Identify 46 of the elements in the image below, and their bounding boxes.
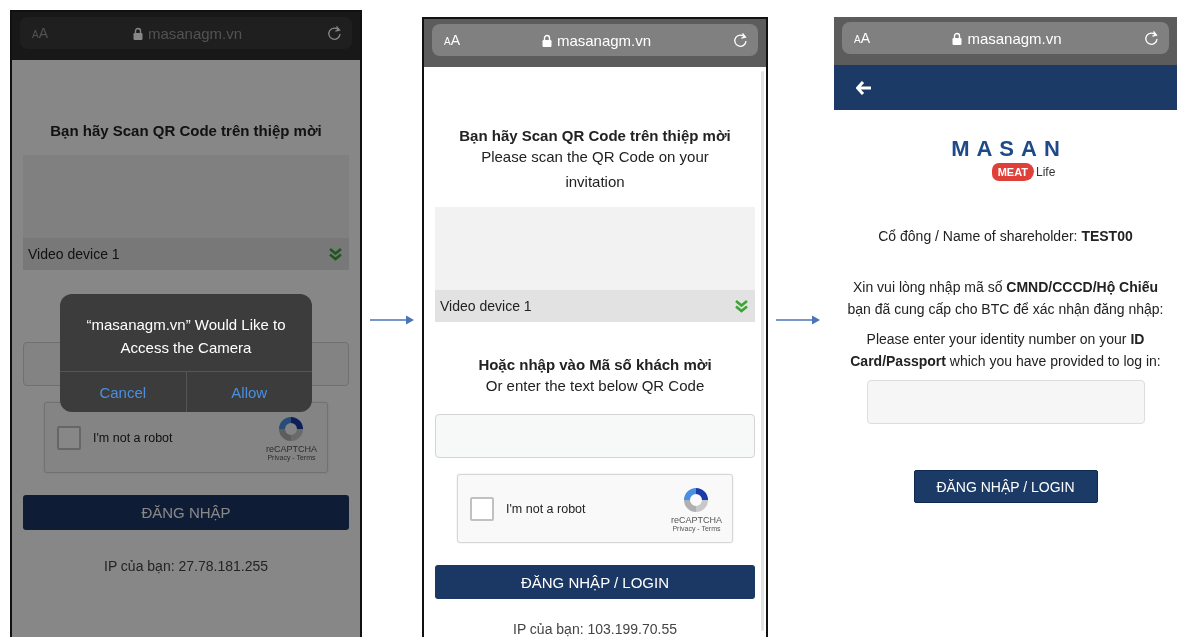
url-text: masanagm.vn [556, 31, 652, 49]
login-button[interactable]: ĐĂNG NHẬP / LOGIN [435, 565, 755, 599]
captcha-brand: reCAPTCHA [266, 444, 317, 454]
captcha-label: I'm not a robot [506, 501, 587, 516]
flow-arrow [776, 314, 820, 326]
reload-icon[interactable] [733, 32, 748, 48]
flow-arrow [370, 314, 414, 326]
code-heading: Hoặc nhập vào Mã số khách mời [478, 356, 712, 373]
captcha-checkbox[interactable] [57, 425, 81, 450]
scan-subheading: Please scan the QR Code on your invitation [480, 147, 710, 192]
reload-icon[interactable] [327, 25, 342, 41]
chevron-down-icon [734, 299, 749, 313]
dialog-message: “masanagm.vn” Would Like to Access the Camera [85, 314, 287, 358]
id-input[interactable] [866, 380, 1145, 424]
code-subheading: Or enter the text below QR Code [484, 376, 706, 396]
lock-icon [132, 26, 143, 40]
scan-heading: Bạn hãy Scan QR Code trên thiệp mời [50, 122, 322, 139]
login-button[interactable]: ĐĂNG NHẬP [23, 495, 349, 530]
scan-heading: Bạn hãy Scan QR Code trên thiệp mời [459, 127, 731, 144]
lock-icon [541, 33, 552, 47]
url-text: masanagm.vn [967, 29, 1062, 47]
lock-icon [952, 31, 963, 45]
reload-icon[interactable] [1144, 30, 1159, 46]
login-button[interactable]: ĐĂNG NHẬP / LOGIN [913, 470, 1098, 503]
dialog-button[interactable]: Allow [185, 372, 312, 412]
logo-wordmark: MASAN [951, 136, 1067, 162]
text-size-button[interactable]: AA [854, 30, 870, 46]
address-bar[interactable]: AA masanagm.vn [842, 22, 1169, 54]
ip-address: IP của bạn: 27.78.181.255 [104, 558, 268, 574]
logo-badge: MEAT [991, 163, 1034, 181]
ip-address: IP của bạn: 103.199.70.55 [513, 621, 677, 637]
captcha-brand: reCAPTCHA [671, 515, 722, 525]
captcha-checkbox[interactable] [470, 496, 494, 521]
chevron-down-icon [328, 247, 343, 261]
back-arrow-icon[interactable] [856, 80, 872, 95]
device-select[interactable]: Video device 1 [23, 238, 349, 270]
logo-tagline: Life [1036, 165, 1056, 179]
code-input[interactable] [435, 414, 755, 458]
shareholder-name: Cổ đông / Name of shareholder: TEST00 [878, 227, 1133, 246]
captcha-label: I'm not a robot [93, 430, 174, 445]
prompt-text: Xin vui lòng nhập mã số CMND/CCCD/Hộ Chiếu bạn đã cung cấp cho BTC để xác nhận đăng nhập: [846, 278, 1165, 319]
dialog-button[interactable]: Cancel [60, 372, 186, 412]
address-bar[interactable]: AA masanagm.vn [432, 24, 758, 56]
text-size-button[interactable]: AA [444, 32, 460, 48]
prompt-text: Please enter your identity number on your ID Card/Passport which you have provided to log in: [849, 330, 1162, 371]
device-select[interactable]: Video device 1 [435, 290, 755, 322]
